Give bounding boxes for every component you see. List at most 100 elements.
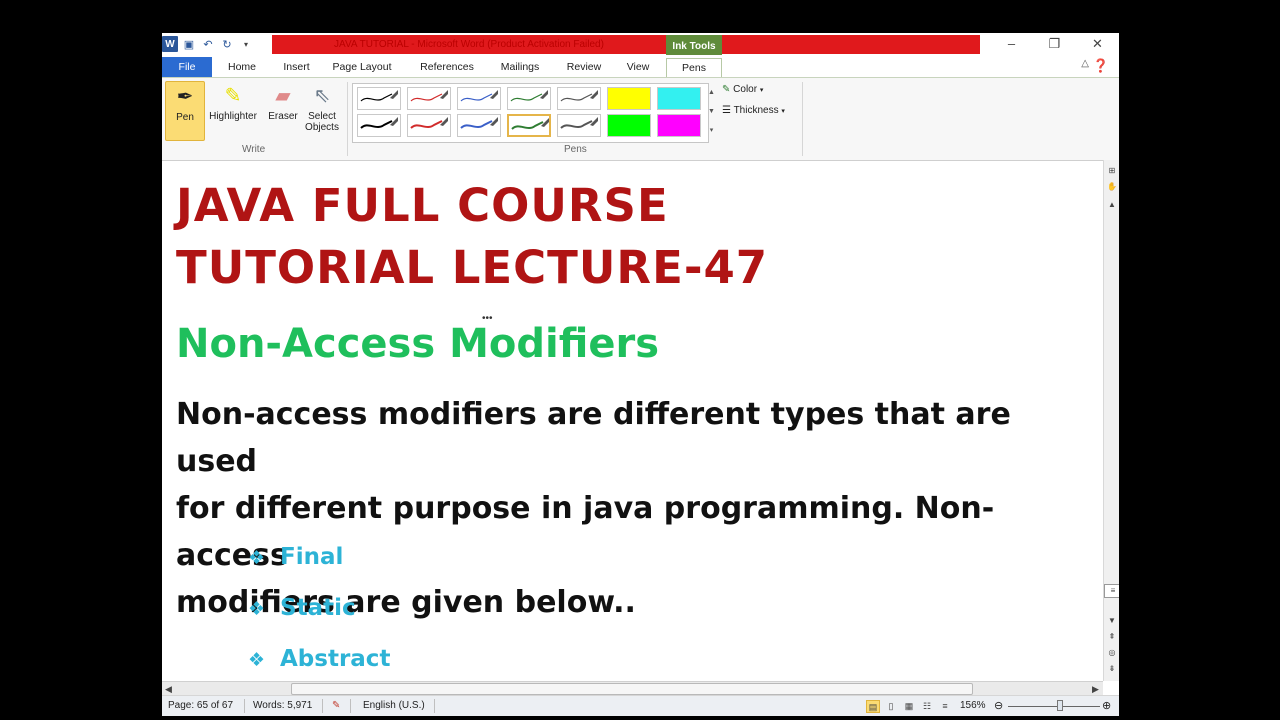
- word-count[interactable]: Words: 5,971: [253, 700, 312, 711]
- pen-swatch[interactable]: [507, 114, 551, 137]
- zoom-out-icon[interactable]: ⊖: [994, 699, 1003, 712]
- help-icon[interactable]: ❓: [1093, 58, 1109, 74]
- tab-mailings[interactable]: Mailings: [492, 58, 548, 77]
- pen-swatch[interactable]: [357, 114, 401, 137]
- list-item-text: Final: [280, 544, 344, 570]
- ribbon: ✒ Pen ✎ Highlighter ▰ Eraser ⇖ Select Ob…: [162, 77, 1119, 161]
- word-logo-icon[interactable]: W: [162, 36, 178, 52]
- close-button[interactable]: ✕: [1076, 33, 1119, 55]
- list-item-text: Static: [280, 595, 356, 621]
- scroll-thumb[interactable]: ≡: [1104, 584, 1119, 598]
- word-window: W ▣ ↶ ↻ ▾ JAVA TUTORIAL - Microsoft Word…: [162, 33, 1119, 716]
- color-button[interactable]: ✎ Color ▾: [722, 84, 763, 95]
- list-item: ❖ Final: [248, 544, 343, 570]
- full-screen-reading-icon[interactable]: ▯: [884, 700, 898, 713]
- bullet-diamond-icon: ❖: [248, 598, 266, 620]
- tab-pens[interactable]: Pens: [666, 58, 722, 78]
- pen-swatch[interactable]: [657, 114, 701, 137]
- view-ruler-icon[interactable]: ⊞: [1104, 166, 1119, 175]
- eraser-button[interactable]: ▰ Eraser: [264, 81, 302, 139]
- zoom-in-icon[interactable]: ⊕: [1102, 699, 1111, 712]
- draft-view-icon[interactable]: ≡: [938, 700, 952, 713]
- pen-swatch[interactable]: [557, 114, 601, 137]
- language[interactable]: English (U.S.): [363, 700, 425, 711]
- bullet-diamond-icon: ❖: [248, 547, 266, 569]
- pen-swatch[interactable]: [607, 87, 651, 110]
- scroll-right-icon[interactable]: ▶: [1092, 682, 1099, 696]
- color-icon: ✎: [722, 84, 731, 95]
- vertical-scrollbar[interactable]: ⊞ ✋ ▲ ≡ ▼ ⇞ ◎ ⇟: [1103, 160, 1119, 681]
- body-paragraph: Non-access modifiers are different types…: [176, 391, 1096, 626]
- title-bar: W ▣ ↶ ↻ ▾ JAVA TUTORIAL - Microsoft Word…: [162, 33, 1119, 56]
- list-item: ❖ Static: [248, 595, 356, 621]
- tab-home[interactable]: Home: [220, 58, 264, 77]
- redo-icon[interactable]: ↻: [219, 36, 235, 52]
- pen-swatch[interactable]: [457, 114, 501, 137]
- gallery-up-icon[interactable]: ▲: [706, 83, 717, 102]
- window-controls: – ❐ ✕: [990, 33, 1119, 55]
- thickness-icon: ☰: [722, 105, 731, 116]
- outline-view-icon[interactable]: ☷: [920, 700, 934, 713]
- tab-page-layout[interactable]: Page Layout: [328, 58, 396, 77]
- pen-swatch[interactable]: [557, 87, 601, 110]
- quick-access-toolbar: W ▣ ↶ ↻ ▾: [162, 35, 254, 53]
- undo-icon[interactable]: ↶: [200, 36, 216, 52]
- scroll-down-icon[interactable]: ▼: [1104, 616, 1119, 625]
- pen-swatch[interactable]: [507, 87, 551, 110]
- previous-page-icon[interactable]: ⇞: [1104, 632, 1119, 641]
- status-divider: [350, 699, 351, 713]
- web-layout-icon[interactable]: ▦: [902, 700, 916, 713]
- collapse-ribbon-icon[interactable]: △: [1081, 58, 1089, 69]
- tab-view[interactable]: View: [618, 58, 658, 77]
- group-divider: [802, 82, 803, 156]
- zoom-slider[interactable]: [1008, 706, 1100, 707]
- pens-gallery-scroll[interactable]: ▲ ▼ ▾: [706, 83, 717, 141]
- thickness-button[interactable]: ☰ Thickness ▾: [722, 105, 785, 116]
- pen-swatch[interactable]: [607, 114, 651, 137]
- color-label: Color: [733, 84, 758, 95]
- status-divider: [244, 699, 245, 713]
- horizontal-scrollbar[interactable]: ◀ ▶: [162, 681, 1103, 696]
- list-item-text: Abstract: [280, 646, 391, 672]
- pen-swatch[interactable]: [657, 87, 701, 110]
- gallery-down-icon[interactable]: ▼: [706, 102, 717, 121]
- proofing-icon[interactable]: ✎: [332, 700, 340, 711]
- tab-references[interactable]: References: [412, 58, 482, 77]
- zoom-level[interactable]: 156%: [960, 700, 986, 711]
- highlighter-button[interactable]: ✎ Highlighter: [205, 81, 261, 139]
- dropdown-arrow-icon: ▾: [781, 108, 785, 115]
- minimize-button[interactable]: –: [990, 33, 1033, 55]
- gallery-more-icon[interactable]: ▾: [706, 121, 717, 140]
- pen-swatch[interactable]: [457, 87, 501, 110]
- restore-button[interactable]: ❐: [1033, 33, 1076, 55]
- zoom-slider-knob[interactable]: [1057, 700, 1063, 711]
- tab-file[interactable]: File: [162, 57, 212, 77]
- pen-swatch[interactable]: [357, 87, 401, 110]
- print-layout-view-icon[interactable]: ▤: [866, 700, 880, 713]
- document-title-line-1: JAVA FULL COURSE: [176, 179, 669, 232]
- page-count[interactable]: Page: 65 of 67: [168, 700, 233, 711]
- horizontal-scroll-thumb[interactable]: [291, 683, 973, 695]
- tab-review[interactable]: Review: [560, 58, 608, 77]
- ribbon-tabs: File Home Insert Page Layout References …: [162, 55, 1119, 78]
- write-group-label: Write: [242, 144, 266, 155]
- select-browse-object-icon[interactable]: ◎: [1104, 648, 1119, 657]
- save-icon[interactable]: ▣: [181, 36, 197, 52]
- pen-button[interactable]: ✒ Pen: [165, 81, 205, 141]
- select-objects-label: Select Objects: [305, 111, 339, 133]
- eraser-icon: ▰: [275, 85, 291, 107]
- tab-insert[interactable]: Insert: [274, 58, 319, 77]
- title-bar-highlight: [722, 35, 980, 54]
- scroll-left-icon[interactable]: ◀: [165, 682, 172, 696]
- status-divider: [434, 699, 435, 713]
- select-objects-button[interactable]: ⇖ Select Objects: [302, 81, 342, 139]
- customize-qat-icon[interactable]: ▾: [238, 36, 254, 52]
- pen-swatch[interactable]: [407, 114, 451, 137]
- select-objects-icon: ⇖: [313, 85, 331, 107]
- pens-gallery: [352, 83, 709, 143]
- next-page-icon[interactable]: ⇟: [1104, 664, 1119, 673]
- pan-icon[interactable]: ✋: [1104, 182, 1119, 191]
- document-page[interactable]: JAVA FULL COURSE TUTORIAL LECTURE-47 •••…: [162, 160, 1103, 682]
- pen-swatch[interactable]: [407, 87, 451, 110]
- scroll-up-icon[interactable]: ▲: [1104, 200, 1119, 209]
